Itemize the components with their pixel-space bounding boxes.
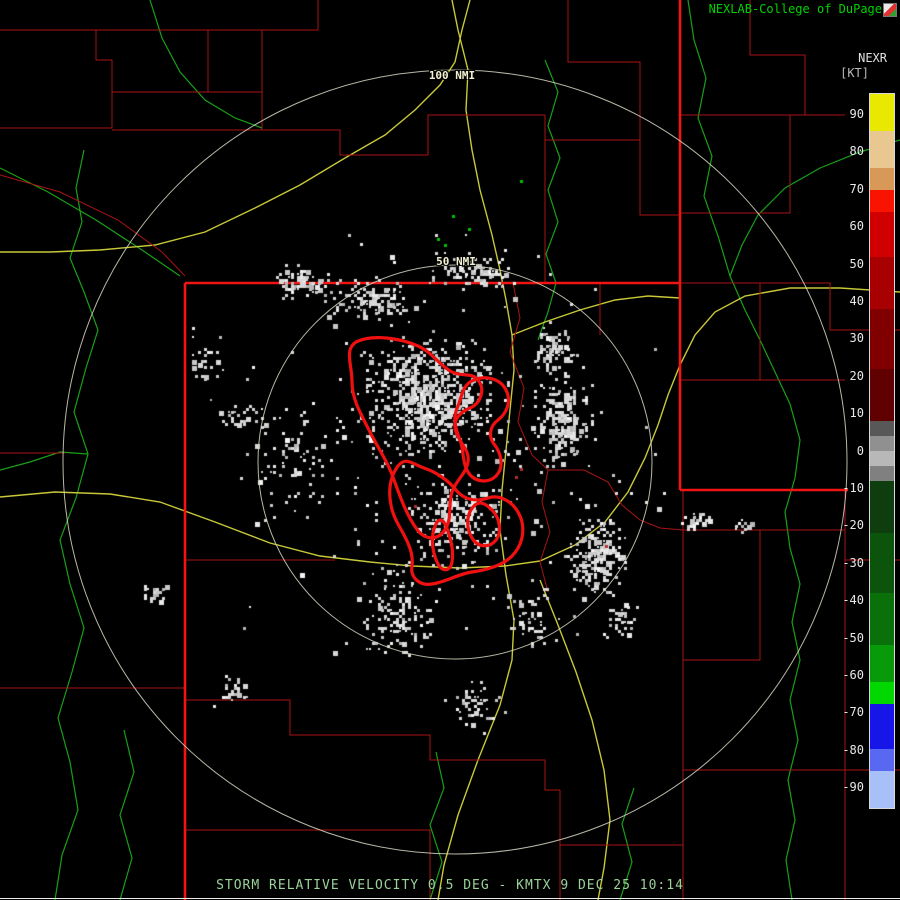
colorbar-segment (870, 533, 894, 593)
colorbar-tick-label: -40 (842, 593, 864, 608)
colorbar-segment (870, 131, 894, 168)
colorbar-tick-label: -70 (842, 705, 864, 720)
colorbar-tick-label: -60 (842, 668, 864, 682)
velocity-colorbar (869, 93, 895, 809)
range-ring (62, 69, 848, 855)
colorbar-tick-label: 90 (849, 107, 864, 121)
colorbar-segment (870, 421, 894, 436)
product-code-label: NEXR (858, 51, 887, 65)
colorbar-segment (870, 749, 894, 771)
colorbar-tick-label: -10 (842, 481, 864, 495)
range-ring-label-50nmi: 50 NMI (436, 255, 476, 268)
colorbar-segment (870, 257, 894, 309)
colorbar-segment (870, 212, 894, 257)
colorbar-segment (870, 451, 894, 466)
colorbar-segment (870, 771, 894, 808)
colorbar-tick-label: 0 (856, 443, 864, 458)
range-ring-label-100nmi: 100 NMI (428, 69, 476, 82)
colorbar-segment (870, 481, 894, 533)
colorbar-segment (870, 645, 894, 682)
colorbar-tick-label: -30 (842, 555, 864, 570)
colorbar-tick-label: 50 (849, 256, 864, 271)
colorbar-segment (870, 168, 894, 190)
colorbar-segment (870, 593, 894, 645)
colorbar-tick-label: 80 (849, 144, 864, 159)
range-ring (257, 264, 653, 660)
colorbar-segment (870, 369, 894, 421)
colorbar-tick-label: -50 (842, 630, 864, 645)
footer-divider (0, 898, 900, 899)
colorbar-segment (870, 94, 894, 131)
dupage-logo-icon (883, 3, 897, 17)
colorbar-segment (870, 682, 894, 704)
colorbar-tick-label: 20 (849, 368, 864, 383)
storm-outline-path (388, 459, 525, 586)
storm-outline-path (466, 501, 502, 548)
colorbar-tick-label: 70 (849, 181, 864, 196)
colorbar-tick-label: 40 (849, 294, 864, 308)
colorbar-segment (870, 704, 894, 749)
attribution-text: NEXLAB-College of DuPage (708, 2, 882, 16)
colorbar-segment (870, 190, 894, 212)
storm-overlay (62, 69, 848, 855)
colorbar-tick-label: -90 (842, 780, 864, 795)
radar-display: NEXLAB-College of DuPage NEXR [KT] 100 N… (0, 0, 900, 900)
colorbar-tick-label: 30 (849, 331, 864, 346)
colorbar-tick-label: -80 (842, 742, 864, 757)
colorbar-tick-label: 60 (849, 219, 864, 234)
colorbar-tick-label: -20 (842, 518, 864, 533)
units-label: [KT] (840, 66, 869, 80)
product-caption: STORM RELATIVE VELOCITY 0.5 DEG - KMTX 9… (216, 878, 684, 893)
colorbar-segment (870, 309, 894, 369)
colorbar-segment (870, 436, 894, 451)
colorbar-segment (870, 466, 894, 481)
storm-outline-path (347, 336, 484, 540)
colorbar-tick-label: 10 (849, 406, 864, 421)
storm-outline-path (430, 518, 455, 572)
